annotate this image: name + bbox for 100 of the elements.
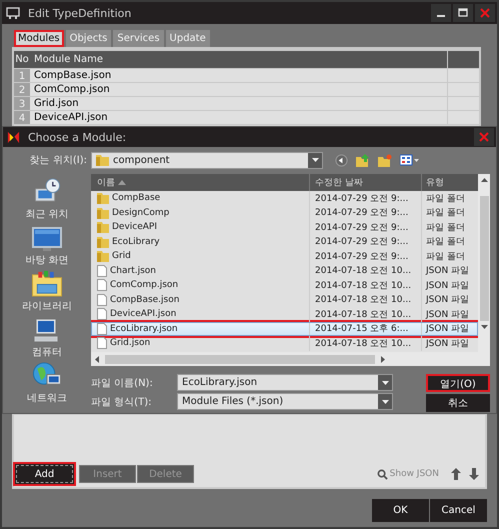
folder-icon (97, 206, 109, 219)
row-number: 3 (14, 97, 30, 110)
library-icon (30, 269, 64, 298)
maximize-button[interactable] (453, 4, 473, 22)
file-name: Chart.json (110, 266, 156, 276)
document-icon (97, 264, 107, 277)
file-date: 2014-07-15 오후 6:... (309, 322, 421, 336)
file-name: DeviceAPI (112, 222, 158, 232)
place-item[interactable]: 라이브러리 (22, 269, 72, 313)
maximize-icon (457, 7, 469, 19)
file-type-label: 파일 형식(T): (91, 396, 152, 408)
file-row[interactable]: CompBase 2014-07-29 오전 9:... 파일 폴더 (91, 191, 478, 206)
close-icon (479, 7, 491, 19)
file-name: Grid (112, 251, 131, 262)
horizontal-scrollbar[interactable] (91, 352, 478, 366)
view-menu-icon[interactable] (400, 154, 420, 166)
file-name: EcoLibrary.json (110, 324, 178, 334)
close-button[interactable] (474, 128, 494, 146)
minimize-button[interactable] (431, 4, 451, 22)
sort-arrow-icon (118, 180, 126, 185)
file-row[interactable]: CompBase.json 2014-07-18 오전 10... JSON 파일 (91, 292, 478, 307)
file-name-field[interactable]: EcoLibrary.json (177, 374, 393, 391)
column-header[interactable]: 이름 (91, 174, 309, 191)
field-value: EcoLibrary.json (182, 377, 258, 388)
table-cell-text: Grid.json (33, 98, 80, 109)
document-icon (97, 337, 107, 350)
table-cell-text: CompBase.json (33, 70, 112, 81)
file-row[interactable]: Grid 2014-07-29 오전 9:... 파일 폴더 (91, 249, 478, 264)
app-icon (7, 130, 20, 144)
file-row[interactable]: ComComp.json 2014-07-18 오전 10... JSON 파일 (91, 278, 478, 292)
scroll-left-icon (95, 356, 99, 362)
file-date: 2014-07-18 오전 10... (309, 264, 421, 278)
table-cell-text: ComComp.json (33, 84, 111, 95)
row-number: 1 (14, 69, 30, 82)
file-date: 2014-07-29 오전 9:... (309, 249, 421, 264)
file-name: DesignComp (112, 208, 170, 218)
move-down-icon[interactable] (469, 468, 479, 480)
file-date: 2014-07-18 오전 10... (309, 278, 421, 292)
file-name: ComComp.json (110, 280, 178, 290)
back-icon[interactable] (335, 154, 348, 166)
place-label: 바탕 화면 (25, 254, 69, 267)
folder-icon (97, 192, 109, 204)
place-label: 라이브러리 (22, 300, 72, 313)
place-label: 네트워크 (27, 392, 67, 405)
caret-icon (382, 380, 388, 384)
file-date: 2014-07-18 오전 10... (309, 336, 421, 350)
up-folder-icon[interactable] (356, 154, 370, 166)
new-folder-icon[interactable] (378, 154, 392, 166)
document-icon (97, 308, 107, 320)
open-button[interactable]: 열기(O) (426, 374, 490, 392)
folder-icon (97, 250, 109, 262)
file-name: DeviceAPI.json (110, 309, 176, 320)
place-item[interactable]: 최근 위치 (25, 177, 69, 221)
place-item[interactable]: 컴퓨터 (32, 315, 62, 359)
column-header[interactable]: 수정한 날짜 (309, 174, 421, 191)
cancel-button[interactable]: 취소 (426, 394, 490, 412)
close-icon (478, 131, 490, 143)
file-name: EcoLibrary (112, 236, 160, 247)
file-type-dropdown[interactable]: Module Files (*.json) (177, 393, 393, 410)
button-label: Show JSON (390, 469, 439, 479)
window-title: Edit TypeDefinition (28, 6, 132, 20)
document-icon (97, 294, 107, 306)
cancel-button[interactable]: Cancel (430, 499, 487, 522)
row-number: 2 (14, 83, 30, 96)
caret-icon (382, 400, 388, 404)
dropdown-value: component (113, 154, 171, 166)
file-row[interactable]: Chart.json 2014-07-18 오전 10... JSON 파일 (91, 264, 478, 278)
place-item[interactable]: 네트워크 (27, 361, 67, 405)
app-icon (6, 7, 20, 19)
file-name-label: 파일 이름(N): (91, 376, 154, 390)
scroll-down-icon (480, 325, 488, 329)
minimize-icon (437, 15, 445, 17)
look-in-dropdown[interactable]: component (91, 152, 323, 168)
column-header: No (14, 54, 30, 65)
document-icon (97, 322, 107, 335)
ok-button[interactable]: OK (372, 499, 429, 522)
file-row[interactable]: Grid.json 2014-07-18 오전 10... JSON 파일 (91, 336, 478, 350)
place-item[interactable]: 바탕 화면 (25, 223, 69, 267)
look-in-label: 찾는 위치(I): (30, 154, 87, 167)
file-date: 2014-07-18 오전 10... (309, 292, 421, 307)
file-name: CompBase (112, 193, 160, 204)
file-name: CompBase.json (110, 294, 180, 305)
tab[interactable]: Modules (14, 30, 64, 47)
file-row[interactable]: EcoLibrary.json 2014-07-15 오후 6:... JSON 파일 (91, 322, 478, 336)
search-icon (376, 468, 388, 480)
file-date: 2014-07-29 오전 9:... (309, 206, 421, 220)
file-row[interactable]: DesignComp 2014-07-29 오전 9:... 파일 폴더 (91, 206, 478, 220)
row-number: 4 (14, 111, 30, 124)
file-date: 2014-07-29 오전 9:... (309, 220, 421, 234)
vertical-scrollbar[interactable] (478, 174, 490, 366)
caret-icon (312, 158, 318, 162)
dialog-title: Choose a Module: (28, 130, 126, 144)
file-date: 2014-07-29 오전 9:... (309, 191, 421, 206)
document-icon (97, 279, 107, 292)
toolbar-button[interactable]: Add (16, 465, 73, 483)
file-row[interactable]: DeviceAPI 2014-07-29 오전 9:... 파일 폴더 (91, 220, 478, 234)
file-name: Grid.json (110, 338, 150, 348)
file-row[interactable]: EcoLibrary 2014-07-29 오전 9:... 파일 폴더 (91, 234, 478, 249)
move-up-icon[interactable] (451, 468, 461, 480)
place-label: 컴퓨터 (32, 346, 62, 359)
